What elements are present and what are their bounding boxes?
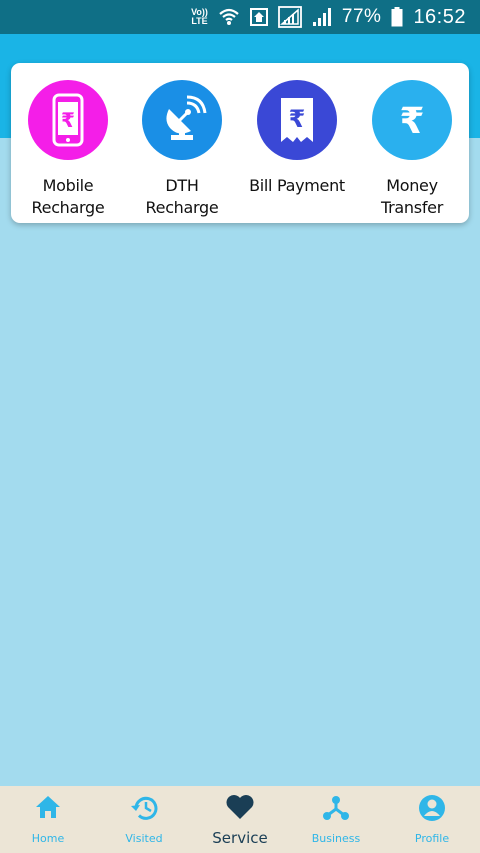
nav-profile-label: Profile (414, 832, 450, 845)
battery-icon (391, 7, 403, 27)
money-transfer-label: Money Transfer (381, 176, 443, 217)
money-transfer-button[interactable]: ₹ Money Transfer (355, 63, 469, 223)
network-icon (322, 794, 350, 826)
signal-icon (278, 6, 302, 28)
services-card: ₹ Mobile Recharge DTH Recharge ₹ Bill Pa… (11, 63, 469, 223)
lte-label: LTE (191, 16, 208, 26)
svg-text:₹: ₹ (399, 101, 424, 142)
nav-visited-label: Visited (125, 832, 163, 845)
satellite-dish-icon (142, 80, 222, 160)
dth-recharge-label: DTH Recharge (145, 176, 219, 217)
mobile-recharge-button[interactable]: ₹ Mobile Recharge (11, 63, 125, 223)
home-signal-icon (249, 8, 268, 26)
status-bar: Vo)) LTE 77% 16:52 (0, 0, 480, 34)
svg-text:₹: ₹ (61, 108, 75, 132)
nav-business[interactable]: Business (288, 786, 384, 853)
rupee-icon: ₹ (372, 80, 452, 160)
dth-recharge-button[interactable]: DTH Recharge (125, 63, 239, 223)
svg-text:₹: ₹ (289, 105, 306, 133)
profile-icon (418, 794, 446, 826)
nav-home[interactable]: Home (0, 786, 96, 853)
nav-home-label: Home (31, 832, 65, 845)
bill-payment-button[interactable]: ₹ Bill Payment (240, 63, 354, 223)
battery-percentage: 77% (341, 6, 382, 27)
nav-visited[interactable]: Visited (96, 786, 192, 853)
nav-profile[interactable]: Profile (384, 786, 480, 853)
nav-service-label: Service (212, 829, 268, 847)
clock: 16:52 (413, 5, 466, 28)
mobile-rupee-icon: ₹ (28, 80, 108, 160)
home-icon (34, 794, 62, 824)
bottom-navigation: Home Visited Service Business Profile (0, 786, 480, 853)
history-icon (129, 794, 159, 826)
nav-service[interactable]: Service (192, 786, 288, 853)
nav-business-label: Business (311, 832, 361, 845)
receipt-rupee-icon: ₹ (257, 80, 337, 160)
volte-indicator: Vo)) LTE (191, 8, 208, 26)
signal-icon (312, 7, 332, 27)
heart-icon (225, 794, 255, 824)
bill-payment-label: Bill Payment (249, 176, 345, 195)
mobile-recharge-label: Mobile Recharge (31, 176, 105, 217)
wifi-icon (218, 7, 240, 27)
